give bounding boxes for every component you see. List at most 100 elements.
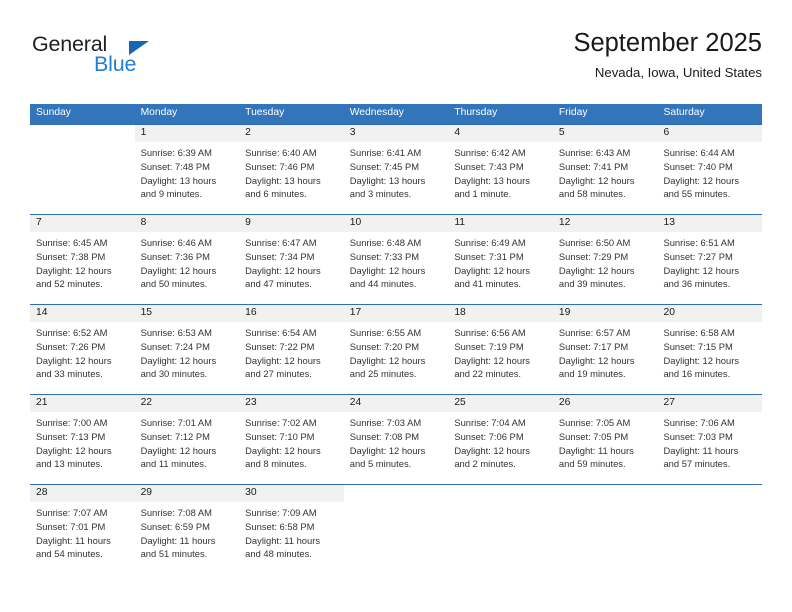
sunset-text: Sunset: 7:08 PM — [349, 430, 420, 442]
day-number-band — [448, 485, 553, 502]
day-cell-20[interactable]: 20 Sunrise: 6:58 AM Sunset: 7:15 PM Dayligh… — [657, 305, 763, 394]
day-cell-2[interactable]: 2 Sunrise: 6:40 AM Sunset: 7:46 PM Daylight… — [239, 125, 344, 214]
day-number-band — [30, 125, 135, 142]
daylight-text-line2: and 6 minutes. — [245, 188, 307, 200]
day-details: Sunrise: 6:45 AM Sunset: 7:38 PM Daylight:… — [30, 232, 135, 291]
day-cell-29[interactable]: 29 Sunrise: 7:08 AM Sunset: 6:59 PM Dayligh… — [134, 485, 240, 574]
day-number: 16 — [245, 307, 257, 318]
daylight-text-line2: and 44 minutes. — [349, 278, 417, 290]
day-cell-10[interactable]: 10 Sunrise: 6:48 AM Sunset: 7:33 PM Dayligh… — [343, 215, 449, 304]
daylight-text-line1: Daylight: 12 hours — [349, 444, 426, 456]
day-cell-18[interactable]: 18 Sunrise: 6:56 AM Sunset: 7:19 PM Dayligh… — [448, 305, 553, 394]
day-number: 6 — [663, 127, 670, 138]
day-details: Sunrise: 7:00 AM Sunset: 7:13 PM Daylight:… — [30, 412, 135, 471]
day-cell-1[interactable]: 1 Sunrise: 6:39 AM Sunset: 7:48 PM Daylight… — [134, 125, 240, 214]
day-number-band: 20 — [657, 305, 763, 322]
day-details: Sunrise: 6:41 AM Sunset: 7:45 PM Daylight:… — [344, 142, 449, 201]
sunrise-text: Sunrise: 6:52 AM — [36, 327, 108, 338]
daylight-text-line2: and 57 minutes. — [663, 458, 731, 470]
day-cell-5[interactable]: 5 Sunrise: 6:43 AM Sunset: 7:41 PM Daylight… — [552, 125, 658, 214]
daylight-text-line2: and 59 minutes. — [558, 458, 626, 470]
daylight-text-line2: and 48 minutes. — [245, 548, 312, 560]
sunset-text: Sunset: 7:24 PM — [140, 340, 210, 352]
daylight-text-line2: and 13 minutes. — [36, 458, 103, 470]
day-number: 19 — [558, 307, 571, 318]
day-cell-23[interactable]: 23 Sunrise: 7:02 AM Sunset: 7:10 PM Dayligh… — [239, 395, 344, 484]
daylight-text-line2: and 1 minute. — [454, 188, 512, 200]
sunset-text: Sunset: 7:27 PM — [663, 250, 733, 262]
daylight-text-line2: and 30 minutes. — [140, 368, 208, 380]
day-number-band: 5 — [552, 125, 658, 142]
day-cell-empty — [552, 485, 658, 574]
day-number: 10 — [349, 217, 362, 228]
sunrise-text: Sunrise: 6:58 AM — [663, 327, 735, 338]
sunset-text: Sunset: 7:31 PM — [454, 250, 524, 262]
sunset-text: Sunset: 7:29 PM — [558, 250, 629, 262]
daylight-text-line1: Daylight: 11 hours — [558, 444, 634, 456]
day-details: Sunrise: 6:42 AM Sunset: 7:43 PM Daylight:… — [448, 142, 553, 201]
weekday-header-sunday: Sunday — [36, 107, 71, 118]
daylight-text-line1: Daylight: 12 hours — [558, 354, 635, 366]
weekday-header-thursday: Thursday — [454, 107, 498, 118]
sunrise-text: Sunrise: 6:43 AM — [558, 147, 631, 158]
day-cell-8[interactable]: 8 Sunrise: 6:46 AM Sunset: 7:36 PM Daylight… — [134, 215, 240, 304]
day-cell-30[interactable]: 30 Sunrise: 7:09 AM Sunset: 6:58 PM Dayligh… — [239, 485, 344, 574]
day-number: 22 — [140, 397, 153, 408]
day-cell-12[interactable]: 12 Sunrise: 6:50 AM Sunset: 7:29 PM Dayligh… — [552, 215, 658, 304]
week-cells: 28 Sunrise: 7:07 AM Sunset: 7:01 PM Dayligh… — [30, 485, 763, 574]
sunrise-text: Sunrise: 7:01 AM — [140, 417, 212, 428]
day-cell-14[interactable]: 14 Sunrise: 6:52 AM Sunset: 7:26 PM Dayligh… — [30, 305, 135, 394]
day-number-band: 16 — [239, 305, 344, 322]
day-cell-9[interactable]: 9 Sunrise: 6:47 AM Sunset: 7:34 PM Daylight… — [239, 215, 344, 304]
day-number-band: 9 — [239, 215, 344, 232]
day-cell-15[interactable]: 15 Sunrise: 6:53 AM Sunset: 7:24 PM Dayligh… — [134, 305, 240, 394]
sunrise-text: Sunrise: 6:49 AM — [454, 237, 526, 248]
day-cell-19[interactable]: 19 Sunrise: 6:57 AM Sunset: 7:17 PM Dayligh… — [552, 305, 658, 394]
daylight-text-line2: and 50 minutes. — [140, 278, 208, 290]
day-number: 25 — [454, 397, 466, 408]
sunset-text: Sunset: 7:46 PM — [245, 160, 315, 172]
day-cell-13[interactable]: 13 Sunrise: 6:51 AM Sunset: 7:27 PM Dayligh… — [657, 215, 763, 304]
day-cell-4[interactable]: 4 Sunrise: 6:42 AM Sunset: 7:43 PM Daylight… — [448, 125, 553, 214]
day-cell-22[interactable]: 22 Sunrise: 7:01 AM Sunset: 7:12 PM Dayligh… — [134, 395, 240, 484]
day-cell-11[interactable]: 11 Sunrise: 6:49 AM Sunset: 7:31 PM Dayligh… — [448, 215, 553, 304]
day-cell-7[interactable]: 7 Sunrise: 6:45 AM Sunset: 7:38 PM Daylight… — [30, 215, 135, 304]
day-cell-empty — [657, 485, 763, 574]
sunset-text: Sunset: 7:15 PM — [663, 340, 733, 352]
day-cell-3[interactable]: 3 Sunrise: 6:41 AM Sunset: 7:45 PM Daylight… — [343, 125, 449, 214]
day-cell-21[interactable]: 21 Sunrise: 7:00 AM Sunset: 7:13 PM Dayligh… — [30, 395, 135, 484]
day-cell-25[interactable]: 25 Sunrise: 7:04 AM Sunset: 7:06 PM Dayligh… — [448, 395, 553, 484]
sunrise-text: Sunrise: 6:55 AM — [349, 327, 422, 338]
weekday-header-saturday: Saturday — [663, 107, 705, 118]
brand-logo[interactable]: General Blue — [32, 33, 212, 86]
daylight-text-line2: and 25 minutes. — [349, 368, 417, 380]
day-number-band: 26 — [552, 395, 658, 412]
sunset-text: Sunset: 7:05 PM — [558, 430, 629, 442]
day-cell-24[interactable]: 24 Sunrise: 7:03 AM Sunset: 7:08 PM Dayligh… — [343, 395, 449, 484]
daylight-text-line1: Daylight: 11 hours — [140, 534, 216, 546]
daylight-text-line1: Daylight: 13 hours — [349, 174, 426, 186]
sunset-text: Sunset: 7:03 PM — [663, 430, 733, 442]
sunset-text: Sunset: 6:58 PM — [245, 520, 315, 532]
day-cell-26[interactable]: 26 Sunrise: 7:05 AM Sunset: 7:05 PM Dayligh… — [552, 395, 658, 484]
sunrise-text: Sunrise: 6:51 AM — [663, 237, 735, 248]
day-number-band: 29 — [134, 485, 240, 502]
sunrise-text: Sunrise: 7:03 AM — [349, 417, 422, 428]
day-cell-28[interactable]: 28 Sunrise: 7:07 AM Sunset: 7:01 PM Dayligh… — [30, 485, 135, 574]
day-cell-17[interactable]: 17 Sunrise: 6:55 AM Sunset: 7:20 PM Dayligh… — [343, 305, 449, 394]
day-cell-16[interactable]: 16 Sunrise: 6:54 AM Sunset: 7:22 PM Dayligh… — [239, 305, 344, 394]
sunrise-text: Sunrise: 6:57 AM — [558, 327, 631, 338]
day-cell-6[interactable]: 6 Sunrise: 6:44 AM Sunset: 7:40 PM Daylight… — [657, 125, 763, 214]
sunset-text: Sunset: 7:33 PM — [349, 250, 420, 262]
day-number-band: 23 — [239, 395, 344, 412]
day-number-band: 24 — [343, 395, 449, 412]
day-number: 18 — [454, 307, 466, 318]
daylight-text-line1: Daylight: 12 hours — [349, 354, 426, 366]
sunrise-text: Sunrise: 6:39 AM — [140, 147, 212, 158]
day-number: 7 — [36, 217, 42, 228]
day-number: 27 — [663, 397, 675, 408]
day-cell-27[interactable]: 27 Sunrise: 7:06 AM Sunset: 7:03 PM Dayligh… — [657, 395, 763, 484]
day-number-band: 27 — [657, 395, 763, 412]
daylight-text-line1: Daylight: 12 hours — [245, 354, 321, 366]
day-number: 4 — [454, 127, 461, 138]
